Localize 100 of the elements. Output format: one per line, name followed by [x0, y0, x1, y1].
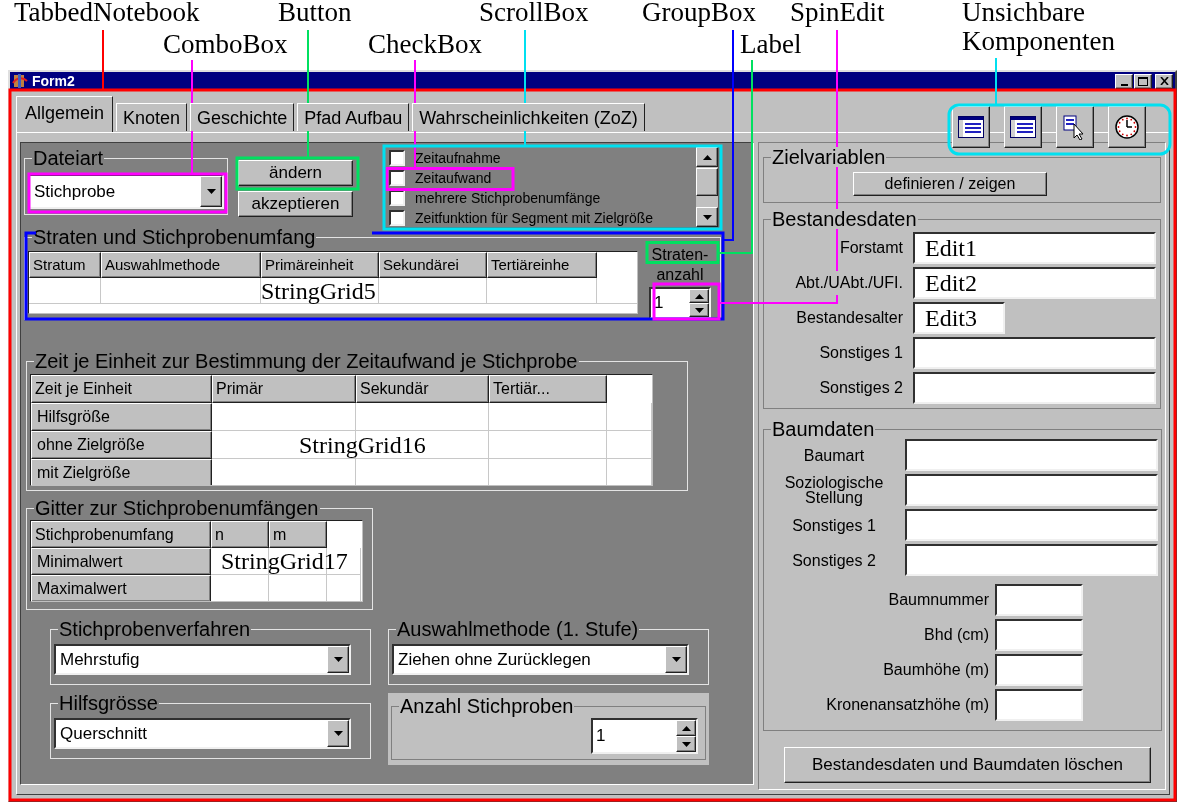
down-arrow-icon: [694, 307, 704, 313]
group-title: Baumdaten: [771, 419, 876, 439]
component-button[interactable]: [952, 106, 990, 148]
text-field[interactable]: Edit2: [913, 267, 1156, 299]
push-button[interactable]: definieren / zeigen: [853, 172, 1047, 196]
column-header: Sekundärei: [379, 252, 487, 278]
annotation-label: TabbedNotebook: [14, 0, 200, 27]
push-button[interactable]: akzeptieren: [238, 191, 353, 217]
push-button[interactable]: ändern: [238, 160, 353, 186]
annotation-label: ScrollBox: [479, 0, 589, 27]
column-header: Sekundär: [356, 375, 489, 403]
field-label: Baumart: [802, 447, 866, 463]
string-grid[interactable]: Stratum Auswahlmethode Primäreinheit Sekundärei Tertiäreinhe StringGrid5: [28, 251, 638, 314]
scroll-up-button[interactable]: [696, 147, 718, 167]
field-label: Kronenansatzhöhe (m): [825, 695, 990, 715]
string-grid[interactable]: Stichprobenumfang n m Minimalwert Maximalwert StringGrid17: [30, 520, 363, 602]
combo-box[interactable]: Mehrstufig: [54, 644, 351, 675]
tab[interactable]: Allgemein: [16, 96, 114, 132]
row-header: Maximalwert: [31, 575, 211, 601]
text-field[interactable]: [995, 584, 1083, 616]
tab[interactable]: Geschichte: [190, 103, 295, 131]
checkbox[interactable]: [389, 209, 405, 226]
annotation-label: GroupBox: [642, 0, 756, 27]
checkbox[interactable]: [389, 150, 405, 167]
table-icon: [1010, 116, 1036, 138]
checkbox[interactable]: [389, 170, 405, 187]
minimize-icon: [1120, 83, 1128, 86]
combo-box[interactable]: Stichprobe: [28, 174, 224, 209]
text-field[interactable]: [905, 439, 1158, 471]
text-field[interactable]: Edit3: [913, 302, 1005, 334]
text-field[interactable]: [905, 544, 1158, 576]
checkbox-label: mehrere Stichprobenumfänge: [415, 189, 601, 206]
window-title: Form2: [32, 73, 75, 89]
combo-box[interactable]: Querschnitt: [54, 718, 351, 749]
scrollbar-thumb[interactable]: [696, 168, 718, 196]
column-header: Tertiäreinhe: [487, 252, 597, 278]
column-header: Auswahlmethode: [101, 252, 261, 278]
annotation-label: SpinEdit: [790, 0, 885, 27]
text-field[interactable]: [905, 509, 1158, 541]
tab[interactable]: Knoten: [116, 103, 188, 131]
group-title: Zielvariablen: [771, 147, 887, 167]
annotation-label: ComboBox: [163, 30, 288, 59]
component-name: StringGrid16: [299, 432, 426, 458]
text-field[interactable]: [995, 689, 1083, 721]
text-field[interactable]: Edit1: [913, 232, 1156, 264]
maximize-button[interactable]: [1134, 73, 1152, 89]
group-title: Straten und Stichprobenumfang: [32, 227, 317, 247]
dropdown-button[interactable]: [327, 720, 349, 747]
group-title: Anzahl Stichproben: [399, 696, 575, 716]
group-title: Zeit je Einheit zur Bestimmung der Zeitaufwand je Stichprobe: [34, 351, 579, 371]
combo-box[interactable]: Ziehen ohne Zurücklegen: [392, 644, 689, 675]
column-header: Primäreinheit: [261, 252, 379, 278]
close-button[interactable]: [1155, 73, 1173, 89]
close-icon: [1159, 77, 1169, 85]
column-header: m: [269, 521, 327, 548]
spin-up-button[interactable]: [689, 289, 709, 303]
spin-down-button[interactable]: [689, 303, 709, 317]
tab[interactable]: Pfad Aufbau: [297, 103, 410, 131]
column-header: Zeit je Einheit: [31, 375, 212, 403]
dropdown-arrow-icon: [206, 189, 216, 194]
push-button[interactable]: Bestandesdaten und Baumdaten löschen: [784, 747, 1151, 783]
row-header: mit Zielgröße: [31, 459, 212, 485]
text-field[interactable]: [995, 654, 1083, 686]
group-title: Auswahlmethode (1. Stufe): [396, 619, 640, 639]
column-header: n: [211, 521, 269, 548]
field-label: Sonstiges 1: [791, 517, 877, 533]
component-name: StringGrid17: [221, 548, 348, 574]
group-title: Dateiart: [32, 148, 105, 168]
spin-edit[interactable]: 1: [649, 287, 711, 319]
up-arrow-icon: [702, 154, 712, 160]
dropdown-button[interactable]: [327, 646, 349, 673]
spin-edit[interactable]: 1: [591, 718, 698, 754]
group-title: Bestandesdaten: [771, 209, 918, 229]
spin-up-button[interactable]: [676, 720, 696, 736]
column-header: Stratum: [29, 252, 101, 278]
dropdown-button[interactable]: [200, 176, 222, 207]
text-field[interactable]: [913, 337, 1156, 369]
component-button[interactable]: [1108, 106, 1146, 148]
tab[interactable]: Wahrscheinlichkeiten (ZoZ): [412, 103, 645, 131]
clock-icon: [1114, 114, 1140, 140]
text-field[interactable]: [905, 474, 1158, 506]
dropdown-button[interactable]: [665, 646, 687, 673]
field-label: Baumnummer: [887, 590, 990, 610]
maximize-icon: [1138, 76, 1148, 86]
component-button[interactable]: [1004, 106, 1042, 148]
checkbox-label: Zeitaufwand: [415, 170, 492, 187]
text-field[interactable]: [913, 372, 1156, 404]
dropdown-arrow-icon: [671, 657, 681, 662]
field-label: Soziologische Stellung: [783, 475, 885, 505]
text-field[interactable]: [995, 619, 1083, 651]
checkbox-label: Zeitfunktion für Segment mit Zielgröße: [415, 209, 654, 226]
group-title: Stichprobenverfahren: [58, 619, 252, 639]
string-grid[interactable]: Zeit je Einheit Primär Sekundär Tertiär... Hilfsgröße ohne Zielgröße mit Zielgröße StringGrid16: [30, 374, 653, 486]
field-label: Bhd (cm): [923, 625, 990, 645]
minimize-button[interactable]: [1115, 73, 1133, 89]
scroll-down-button[interactable]: [696, 207, 718, 227]
annotation-label: Label: [740, 30, 802, 59]
spin-down-button[interactable]: [676, 736, 696, 752]
component-button[interactable]: [1056, 106, 1094, 148]
down-arrow-icon: [681, 741, 691, 747]
